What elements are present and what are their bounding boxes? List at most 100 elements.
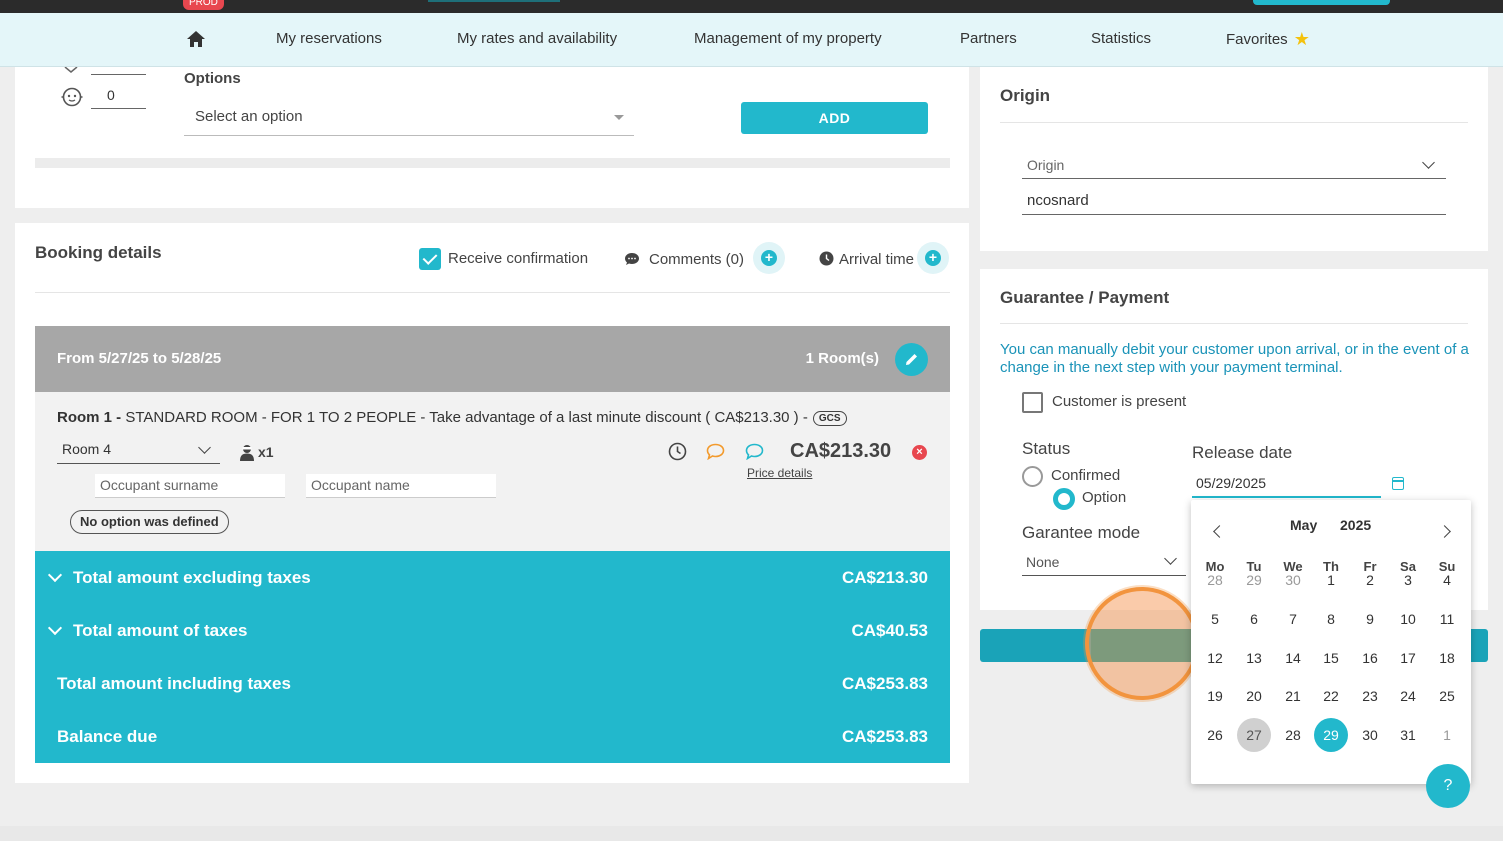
calendar-day[interactable]: 22 bbox=[1314, 679, 1348, 713]
nav-partners[interactable]: Partners bbox=[960, 13, 1017, 67]
customer-present-checkbox[interactable] bbox=[1022, 392, 1043, 413]
calendar-day[interactable]: 1 bbox=[1314, 563, 1348, 597]
star-icon: ★ bbox=[1293, 29, 1310, 49]
nav-property-management[interactable]: Management of my property bbox=[694, 13, 882, 67]
occupant-surname-input[interactable]: Occupant surname bbox=[95, 474, 285, 498]
balance-due-row: Balance due CA$253.83 bbox=[35, 710, 950, 763]
arrival-time-label: Arrival time bbox=[839, 251, 915, 268]
calendar-day[interactable]: 13 bbox=[1237, 641, 1271, 675]
pencil-icon bbox=[906, 354, 917, 365]
occupant-icon bbox=[240, 445, 254, 461]
help-button[interactable]: ? bbox=[1426, 764, 1470, 808]
room-select[interactable]: Room 4 bbox=[57, 439, 220, 464]
divider-strip bbox=[35, 158, 950, 168]
calendar-day[interactable]: 26 bbox=[1198, 718, 1232, 752]
calendar-day[interactable]: 10 bbox=[1391, 602, 1425, 636]
top-bar bbox=[0, 0, 1503, 13]
calendar-icon[interactable] bbox=[1392, 477, 1404, 490]
remove-room-icon[interactable]: × bbox=[912, 445, 927, 460]
price-details-link[interactable]: Price details bbox=[747, 466, 812, 480]
calendar-day[interactable]: 18 bbox=[1430, 641, 1464, 675]
calendar-day[interactable]: 16 bbox=[1353, 641, 1387, 675]
calendar-day[interactable]: 30 bbox=[1276, 563, 1310, 597]
status-option-radio[interactable] bbox=[1053, 488, 1075, 510]
origin-select-line bbox=[1022, 178, 1446, 179]
calendar-day[interactable]: 19 bbox=[1198, 679, 1232, 713]
total-value: CA$253.83 bbox=[841, 674, 928, 693]
add-arrival-time-icon[interactable] bbox=[917, 242, 949, 274]
origin-select-label[interactable]: Origin bbox=[1027, 157, 1064, 173]
calendar-day[interactable]: 5 bbox=[1198, 602, 1232, 636]
comment-orange-icon[interactable] bbox=[706, 443, 725, 460]
options-card bbox=[15, 67, 969, 208]
calendar-day[interactable]: 14 bbox=[1276, 641, 1310, 675]
previous-month-icon[interactable] bbox=[1213, 525, 1226, 538]
room-summary: Room 1 - STANDARD ROOM - FOR 1 TO 2 PEOP… bbox=[57, 409, 847, 426]
occupant-name-input[interactable]: Occupant name bbox=[306, 474, 496, 498]
home-icon[interactable] bbox=[186, 29, 206, 49]
chevron-down-icon bbox=[198, 441, 211, 454]
calendar-day[interactable]: 15 bbox=[1314, 641, 1348, 675]
calendar-day[interactable]: 4 bbox=[1430, 563, 1464, 597]
total-label: Total amount excluding taxes bbox=[73, 568, 311, 587]
rate-code-badge: GCS bbox=[812, 411, 847, 426]
no-option-pill: No option was defined bbox=[70, 510, 229, 534]
add-comment-icon[interactable] bbox=[753, 242, 785, 274]
calendar-day[interactable]: 8 bbox=[1314, 602, 1348, 636]
status-label: Status bbox=[1022, 439, 1071, 458]
calendar-day[interactable]: 3 bbox=[1391, 563, 1425, 597]
nav-statistics[interactable]: Statistics bbox=[1091, 13, 1151, 67]
room-select-value: Room 4 bbox=[62, 441, 112, 457]
calendar-day[interactable]: 11 bbox=[1430, 602, 1464, 636]
nav-favorites[interactable]: Favorites ★ bbox=[1226, 13, 1310, 67]
datepicker-year[interactable]: 2025 bbox=[1340, 517, 1371, 533]
origin-user-input[interactable]: ncosnard bbox=[1027, 192, 1089, 209]
total-label: Total amount including taxes bbox=[57, 674, 291, 693]
status-confirmed-radio[interactable] bbox=[1022, 466, 1043, 487]
calendar-day[interactable]: 9 bbox=[1353, 602, 1387, 636]
main-nav: My reservations My rates and availabilit… bbox=[0, 13, 1503, 67]
total-excluding-taxes-row[interactable]: Total amount excluding taxes CA$213.30 bbox=[35, 551, 950, 604]
calendar-day[interactable]: 29 bbox=[1314, 718, 1348, 752]
add-option-button[interactable]: ADD bbox=[741, 102, 928, 134]
calendar-day[interactable]: 21 bbox=[1276, 679, 1310, 713]
datepicker-popup: May 2025 Mo Tu We Th Fr Sa Su 28 29 30 1 2 3 4 5 6 7 8 9 1… bbox=[1191, 500, 1471, 784]
guarantee-mode-label: Garantee mode bbox=[1022, 523, 1141, 542]
status-option-label: Option bbox=[1082, 489, 1127, 506]
calendar-day[interactable]: 29 bbox=[1237, 563, 1271, 597]
calendar-day[interactable]: 23 bbox=[1353, 679, 1387, 713]
room-block: Room 1 - STANDARD ROOM - FOR 1 TO 2 PEOP… bbox=[35, 392, 950, 551]
calendar-day[interactable]: 30 bbox=[1353, 718, 1387, 752]
total-including-taxes-row: Total amount including taxes CA$253.83 bbox=[35, 657, 950, 710]
edit-stay-button[interactable] bbox=[895, 343, 928, 376]
guarantee-mode-select[interactable]: None bbox=[1022, 551, 1186, 576]
calendar-day[interactable]: 31 bbox=[1391, 718, 1425, 752]
calendar-day[interactable]: 28 bbox=[1198, 563, 1232, 597]
calendar-day[interactable]: 17 bbox=[1391, 641, 1425, 675]
comment-teal-icon[interactable] bbox=[745, 443, 764, 460]
children-count-input[interactable]: 0 bbox=[91, 87, 146, 109]
calendar-day[interactable]: 27 bbox=[1237, 718, 1271, 752]
next-month-icon[interactable] bbox=[1438, 525, 1451, 538]
nav-my-reservations[interactable]: My reservations bbox=[276, 13, 382, 67]
calendar-day[interactable]: 1 bbox=[1430, 718, 1464, 752]
nav-rates-availability[interactable]: My rates and availability bbox=[457, 13, 617, 67]
divider bbox=[1000, 323, 1468, 324]
release-date-input[interactable]: 05/29/2025 bbox=[1192, 472, 1381, 498]
calendar-day[interactable]: 25 bbox=[1430, 679, 1464, 713]
options-select[interactable]: Select an option bbox=[184, 100, 634, 136]
calendar-day[interactable]: 20 bbox=[1237, 679, 1271, 713]
calendar-day[interactable]: 2 bbox=[1353, 563, 1387, 597]
room-description: STANDARD ROOM - FOR 1 TO 2 PEOPLE - Take… bbox=[125, 409, 808, 426]
divider bbox=[35, 292, 950, 293]
total-taxes-row[interactable]: Total amount of taxes CA$40.53 bbox=[35, 604, 950, 657]
room-number: Room 1 - bbox=[57, 409, 122, 426]
receive-confirmation-checkbox[interactable] bbox=[419, 248, 441, 270]
calendar-day[interactable]: 12 bbox=[1198, 641, 1232, 675]
calendar-day[interactable]: 24 bbox=[1391, 679, 1425, 713]
calendar-day[interactable]: 28 bbox=[1276, 718, 1310, 752]
clock-outline-icon[interactable] bbox=[668, 442, 687, 461]
datepicker-month[interactable]: May bbox=[1290, 517, 1317, 533]
calendar-day[interactable]: 7 bbox=[1276, 602, 1310, 636]
calendar-day[interactable]: 6 bbox=[1237, 602, 1271, 636]
